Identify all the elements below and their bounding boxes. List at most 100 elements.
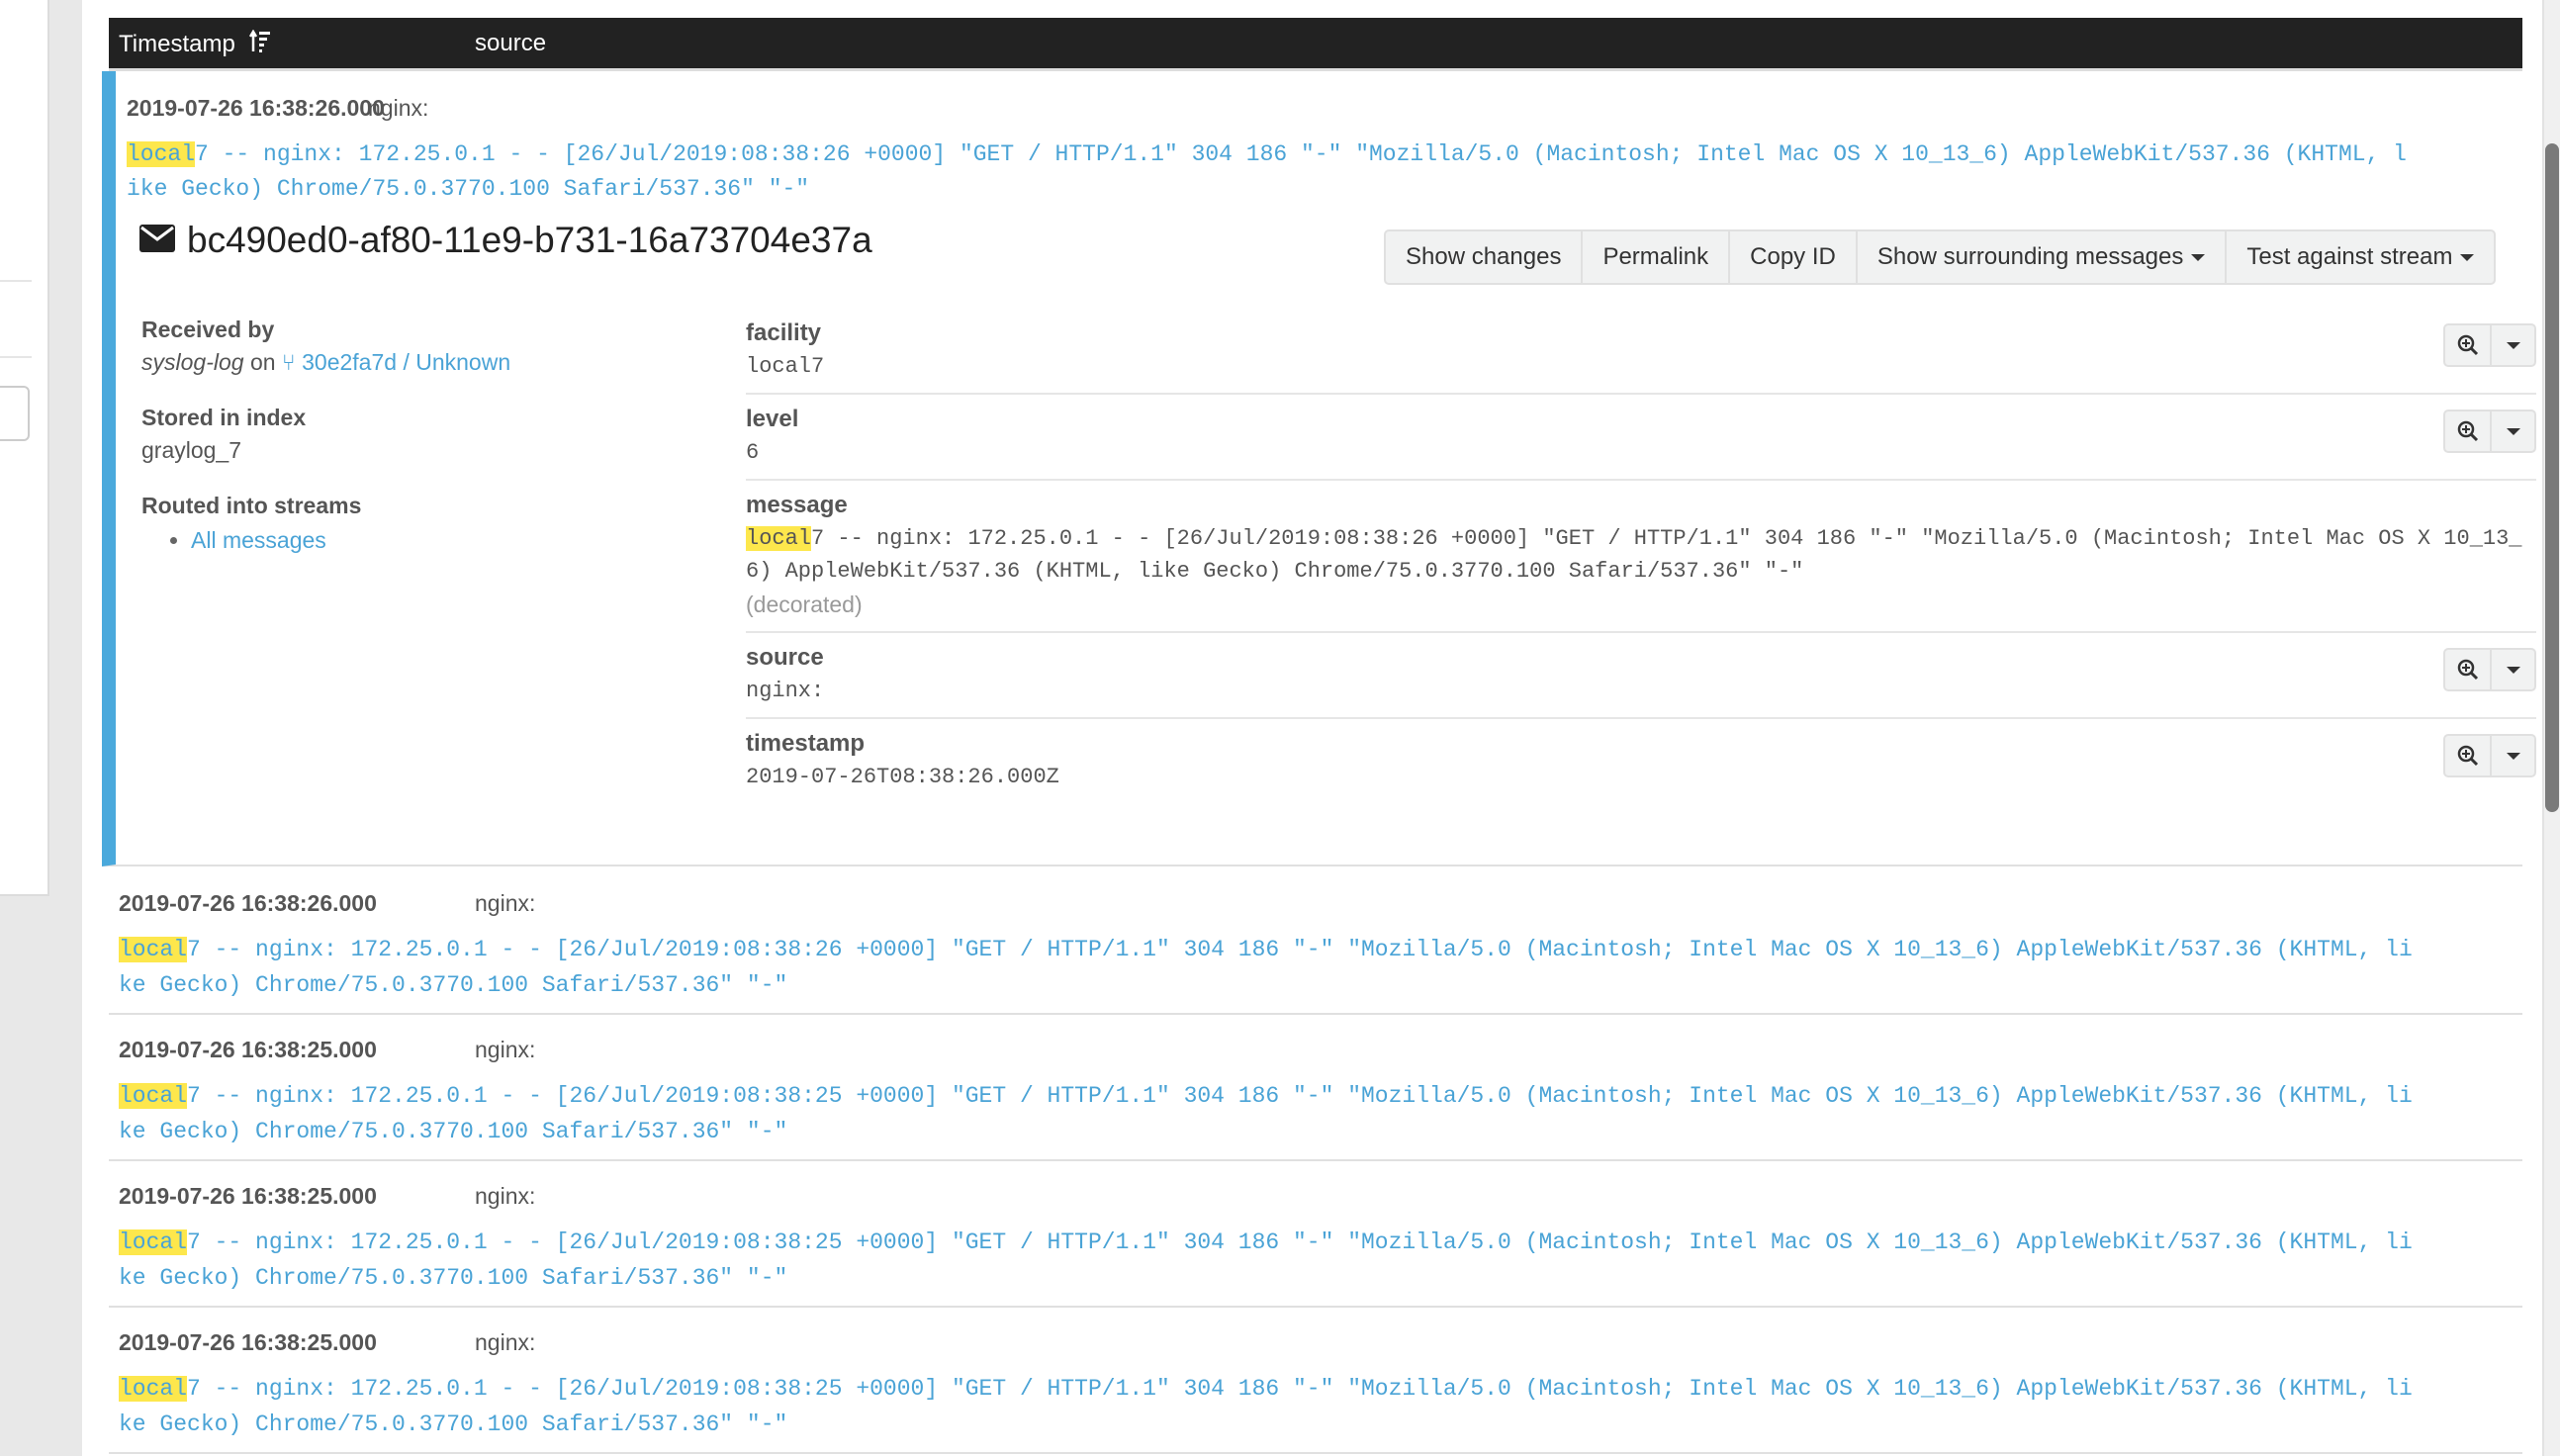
caret-down-icon[interactable] xyxy=(2490,736,2534,775)
routed-streams-section: Routed into streams All messages xyxy=(141,493,361,554)
search-plus-icon[interactable] xyxy=(2445,650,2490,689)
row-message-text: 7 -- nginx: 172.25.0.1 - - [26/Jul/2019:… xyxy=(187,1229,2413,1255)
message-row[interactable]: 2019-07-26 16:38:26.000 nginx: local7 --… xyxy=(109,868,2522,1015)
row-source: nginx: xyxy=(475,1183,536,1209)
row-message-line: local7 -- nginx: 172.25.0.1 - - [26/Jul/… xyxy=(119,933,2413,967)
message-text: 7 -- nginx: 172.25.0.1 - - [26/Jul/2019:… xyxy=(195,141,2407,167)
search-plus-icon[interactable] xyxy=(2445,411,2490,451)
stream-link-all-messages[interactable]: All messages xyxy=(191,527,326,553)
caret-down-icon[interactable] xyxy=(2490,411,2534,451)
message-row[interactable]: 2019-07-26 16:38:25.000 nginx: local7 --… xyxy=(109,1161,2522,1308)
message-fields-list: facility local7 level 6 message local7 -… xyxy=(746,309,2536,803)
field-message: message local7 -- nginx: 172.25.0.1 - - … xyxy=(746,481,2536,633)
message-actions-group: Show changes Permalink Copy ID Show surr… xyxy=(1384,229,2497,285)
input-name: syslog-log xyxy=(141,349,244,375)
button-label: Permalink xyxy=(1602,243,1709,270)
column-header-timestamp[interactable]: Timestamp xyxy=(119,29,271,60)
received-by-section: Received by syslog-log on ⑂ 30e2fa7d / U… xyxy=(141,317,510,376)
field-actions xyxy=(2443,734,2536,777)
divider xyxy=(0,280,32,282)
field-value: nginx: xyxy=(746,679,825,703)
permalink-button[interactable]: Permalink xyxy=(1583,231,1731,283)
search-plus-icon[interactable] xyxy=(2445,325,2490,365)
message-timestamp: 2019-07-26 16:38:26.000 xyxy=(127,95,385,121)
message-text-line: local7 -- nginx: 172.25.0.1 - - [26/Jul/… xyxy=(127,137,2407,172)
row-message-line: ke Gecko) Chrome/75.0.3770.100 Safari/53… xyxy=(119,972,788,998)
divider xyxy=(0,356,32,358)
search-highlight: local xyxy=(119,1376,188,1402)
message-text-line: ike Gecko) Chrome/75.0.3770.100 Safari/5… xyxy=(127,176,810,202)
search-highlight: local xyxy=(746,526,812,551)
stored-in-index-section: Stored in index graylog_7 xyxy=(141,405,306,464)
row-message-line: local7 -- nginx: 172.25.0.1 - - [26/Jul/… xyxy=(119,1226,2413,1260)
field-name: message xyxy=(746,492,848,518)
row-message-line: local7 -- nginx: 172.25.0.1 - - [26/Jul/… xyxy=(119,1079,2413,1114)
search-plus-icon[interactable] xyxy=(2445,736,2490,775)
field-value: 6 xyxy=(746,440,760,465)
button-label: Show surrounding messages xyxy=(1876,243,2184,270)
test-against-stream-dropdown[interactable]: Test against stream xyxy=(2227,231,2494,283)
message-id-heading: bc490ed0-af80-11e9-b731-16a73704e37a xyxy=(139,220,872,261)
search-highlight: local xyxy=(119,1083,188,1109)
scrollbar-thumb[interactable] xyxy=(2545,143,2559,812)
field-value: local7 -- nginx: 172.25.0.1 - - [26/Jul/… xyxy=(746,522,2536,588)
envelope-icon xyxy=(139,220,175,261)
row-message-text: 7 -- nginx: 172.25.0.1 - - [26/Jul/2019:… xyxy=(187,1083,2413,1109)
button-label: Show changes xyxy=(1406,243,1562,270)
row-message-line: local7 -- nginx: 172.25.0.1 - - [26/Jul/… xyxy=(119,1372,2413,1407)
decorated-note: (decorated) xyxy=(746,592,863,617)
row-source: nginx: xyxy=(475,890,536,916)
field-level: level 6 xyxy=(746,395,2536,481)
row-timestamp: 2019-07-26 16:38:26.000 xyxy=(119,890,377,916)
field-name: timestamp xyxy=(746,730,866,757)
selected-message-row[interactable]: 2019-07-26 16:38:26.000 nginx: local7 --… xyxy=(102,71,2536,866)
sort-amount-asc-icon[interactable] xyxy=(249,29,271,60)
field-timestamp: timestamp 2019-07-26T08:38:26.000Z xyxy=(746,719,2536,803)
caret-down-icon[interactable] xyxy=(2490,650,2534,689)
message-id: bc490ed0-af80-11e9-b731-16a73704e37a xyxy=(187,220,872,260)
row-timestamp: 2019-07-26 16:38:25.000 xyxy=(119,1183,377,1209)
row-message-line: ke Gecko) Chrome/75.0.3770.100 Safari/53… xyxy=(119,1265,788,1291)
stored-in-index-label: Stored in index xyxy=(141,405,307,430)
sidebar-input[interactable] xyxy=(0,386,30,441)
row-timestamp: 2019-07-26 16:38:25.000 xyxy=(119,1329,377,1355)
node-link[interactable]: ⑂ 30e2fa7d / Unknown xyxy=(282,349,510,375)
field-actions xyxy=(2443,323,2536,367)
column-label: Timestamp xyxy=(119,30,235,57)
row-message-line: ke Gecko) Chrome/75.0.3770.100 Safari/53… xyxy=(119,1411,788,1437)
left-sidebar-panel xyxy=(0,0,49,896)
column-header-source[interactable]: source xyxy=(475,30,546,57)
row-source: nginx: xyxy=(475,1329,536,1355)
row-source: nginx: xyxy=(475,1037,536,1062)
received-by-label: Received by xyxy=(141,317,275,342)
field-actions xyxy=(2443,648,2536,691)
field-value: local7 xyxy=(746,354,825,379)
message-row[interactable]: 2019-07-26 16:38:25.000 nginx: local7 --… xyxy=(109,1015,2522,1161)
field-source: source nginx: xyxy=(746,633,2536,719)
row-message-text: 7 -- nginx: 172.25.0.1 - - [26/Jul/2019:… xyxy=(187,1376,2413,1402)
show-changes-button[interactable]: Show changes xyxy=(1386,231,1584,283)
index-name: graylog_7 xyxy=(141,437,242,463)
field-value-text: 7 -- nginx: 172.25.0.1 - - [26/Jul/2019:… xyxy=(746,526,2522,584)
copy-id-button[interactable]: Copy ID xyxy=(1730,231,1858,283)
message-row[interactable]: 2019-07-26 16:38:25.000 nginx: local7 --… xyxy=(109,1308,2522,1454)
node-link-text: 30e2fa7d / Unknown xyxy=(302,349,511,375)
search-highlight: local xyxy=(127,141,196,167)
field-actions xyxy=(2443,410,2536,453)
field-name: facility xyxy=(746,319,822,346)
field-name: source xyxy=(746,644,824,671)
on-text: on xyxy=(249,349,276,375)
button-label: Test against stream xyxy=(2246,243,2453,270)
show-surrounding-messages-dropdown[interactable]: Show surrounding messages xyxy=(1858,231,2228,283)
search-highlight: local xyxy=(119,1229,188,1255)
row-message-text: 7 -- nginx: 172.25.0.1 - - [26/Jul/2019:… xyxy=(187,937,2413,962)
message-table-header: Timestamp source xyxy=(109,18,2522,71)
field-facility: facility local7 xyxy=(746,309,2536,395)
search-highlight: local xyxy=(119,937,188,962)
row-timestamp: 2019-07-26 16:38:25.000 xyxy=(119,1037,377,1062)
field-value: 2019-07-26T08:38:26.000Z xyxy=(746,765,1059,789)
row-message-line: ke Gecko) Chrome/75.0.3770.100 Safari/53… xyxy=(119,1119,788,1144)
caret-down-icon xyxy=(2460,253,2475,261)
caret-down-icon[interactable] xyxy=(2490,325,2534,365)
field-name: level xyxy=(746,406,799,432)
